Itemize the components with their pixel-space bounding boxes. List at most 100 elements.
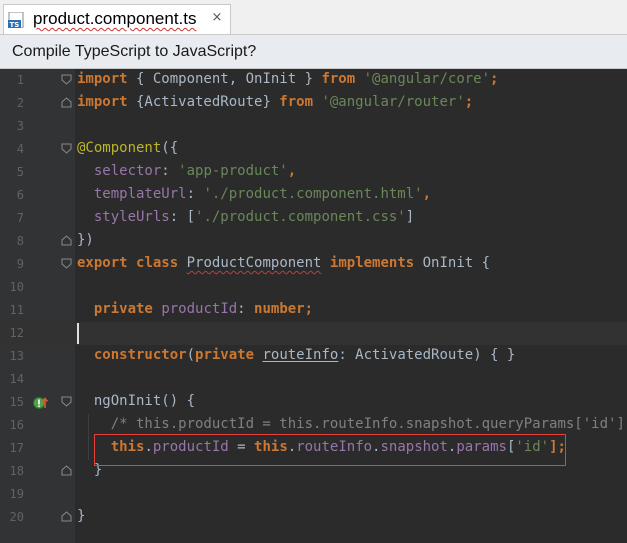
fold-collapse-icon[interactable] [61, 258, 72, 269]
code-line[interactable]: 13 constructor(private routeInfo: Activa… [0, 345, 627, 368]
fold-end-icon[interactable] [61, 97, 72, 108]
code-line[interactable]: 10 [0, 276, 627, 299]
code-text[interactable]: export class ProductComponent implements… [77, 255, 490, 271]
code-token: from [321, 71, 356, 87]
code-line[interactable]: 5 selector: 'app-product', [0, 161, 627, 184]
line-number: 1 [16, 73, 24, 87]
line-number: 9 [16, 257, 24, 271]
fold-collapse-icon[interactable] [61, 396, 72, 407]
code-line[interactable]: 15 ngOnInit() { [0, 391, 627, 414]
code-line[interactable]: 1 import { Component, OnInit } from '@ang… [0, 69, 627, 92]
code-line[interactable]: 7 styleUrls: ['./product.component.css'] [0, 207, 627, 230]
code-token: } [77, 508, 86, 524]
line-number: 14 [9, 372, 24, 386]
editor-tab-product-component[interactable]: TS product.component.ts × [3, 4, 231, 34]
code-token: ] [405, 209, 415, 225]
code-token: : [161, 163, 179, 179]
code-line[interactable]: 8}) [0, 230, 627, 253]
fold-collapse-icon[interactable] [61, 74, 72, 85]
editor-tab-bar: TS product.component.ts × [0, 0, 627, 35]
line-number: 5 [16, 165, 24, 179]
code-line[interactable]: 2 import {ActivatedRoute} from '@angular/… [0, 92, 627, 115]
code-line[interactable]: 12 [0, 322, 627, 345]
line-number: 13 [9, 349, 24, 363]
fold-end-icon[interactable] [61, 465, 72, 476]
fold-end-icon[interactable] [61, 511, 72, 522]
code-token: selector [77, 163, 162, 179]
code-token: '@angular/router' [321, 94, 465, 110]
highlight-box [94, 434, 566, 466]
line-number: 8 [16, 234, 24, 248]
code-line[interactable]: 19 [0, 483, 627, 506]
code-token: number [254, 301, 305, 317]
code-text[interactable]: import { Component, OnInit } from '@angu… [77, 71, 498, 87]
code-text[interactable]: private productId: number; [77, 301, 313, 317]
code-token: implements [329, 255, 415, 271]
line-number: 17 [9, 441, 24, 455]
line-number: 10 [9, 280, 24, 294]
code-token: , [422, 186, 432, 202]
tab-filename: product.component.ts [33, 9, 197, 28]
code-token: ; [464, 94, 474, 110]
fold-end-icon[interactable] [61, 235, 72, 246]
code-token: routeInfo [262, 347, 339, 363]
code-token: private [93, 301, 153, 317]
code-text[interactable]: selector: 'app-product', [77, 163, 296, 179]
code-token: ({ [161, 140, 179, 156]
code-token: }) [77, 232, 94, 248]
code-line[interactable]: 14 [0, 368, 627, 391]
code-token: './product.component.css' [195, 209, 406, 225]
code-editor[interactable]: 1 import { Component, OnInit } from '@ang… [0, 69, 627, 543]
code-line[interactable]: 11 private productId: number; [0, 299, 627, 322]
code-token: ngOnInit() { [77, 393, 196, 409]
code-token: import [77, 71, 128, 87]
code-token: : [237, 301, 255, 317]
code-line[interactable]: 9 export class ProductComponent implement… [0, 253, 627, 276]
text-caret [77, 323, 79, 344]
compile-notification-banner: Compile TypeScript to JavaScript? [0, 35, 627, 69]
code-token: export [77, 255, 128, 271]
code-token: : ActivatedRoute) { } [338, 347, 516, 363]
code-token: : [ [169, 209, 196, 225]
code-text[interactable]: ngOnInit() { [77, 393, 195, 409]
typescript-file-icon: TS [8, 12, 24, 28]
code-token: import [77, 94, 128, 110]
code-token: 'app-product' [178, 163, 288, 179]
close-icon[interactable]: × [209, 10, 225, 26]
implements-method-icon[interactable] [33, 395, 49, 411]
code-token: private [195, 347, 255, 363]
line-number: 15 [9, 395, 24, 409]
code-text[interactable]: } [77, 508, 85, 524]
banner-message[interactable]: Compile TypeScript to JavaScript? [12, 43, 256, 61]
line-number: 2 [16, 96, 24, 110]
code-text[interactable]: /* this.productId = this.routeInfo.snaps… [77, 416, 627, 432]
code-token: /* this.productId = this.routeInfo.snaps… [110, 416, 627, 432]
svg-text:TS: TS [10, 21, 20, 28]
code-token: './product.component.html' [203, 186, 423, 202]
fold-collapse-icon[interactable] [61, 143, 72, 154]
code-token: from [279, 94, 314, 110]
code-text[interactable]: @Component({ [77, 140, 178, 156]
code-line[interactable]: 3 [0, 115, 627, 138]
line-number: 12 [9, 326, 24, 340]
code-line[interactable]: 6 templateUrl: './product.component.html… [0, 184, 627, 207]
code-token: ; [304, 301, 314, 317]
code-text[interactable]: constructor(private routeInfo: Activated… [77, 347, 515, 363]
code-text[interactable]: import {ActivatedRoute} from '@angular/r… [77, 94, 473, 110]
code-text[interactable]: templateUrl: './product.component.html', [77, 186, 431, 202]
code-line[interactable]: 20} [0, 506, 627, 529]
code-text[interactable]: }) [77, 232, 94, 248]
line-number: 16 [9, 418, 24, 432]
code-token: : [186, 186, 204, 202]
line-number: 4 [16, 142, 24, 156]
code-text[interactable]: styleUrls: ['./product.component.css'] [77, 209, 414, 225]
code-line[interactable]: 4 @Component({ [0, 138, 627, 161]
code-token: { Component, OnInit } [127, 71, 322, 87]
